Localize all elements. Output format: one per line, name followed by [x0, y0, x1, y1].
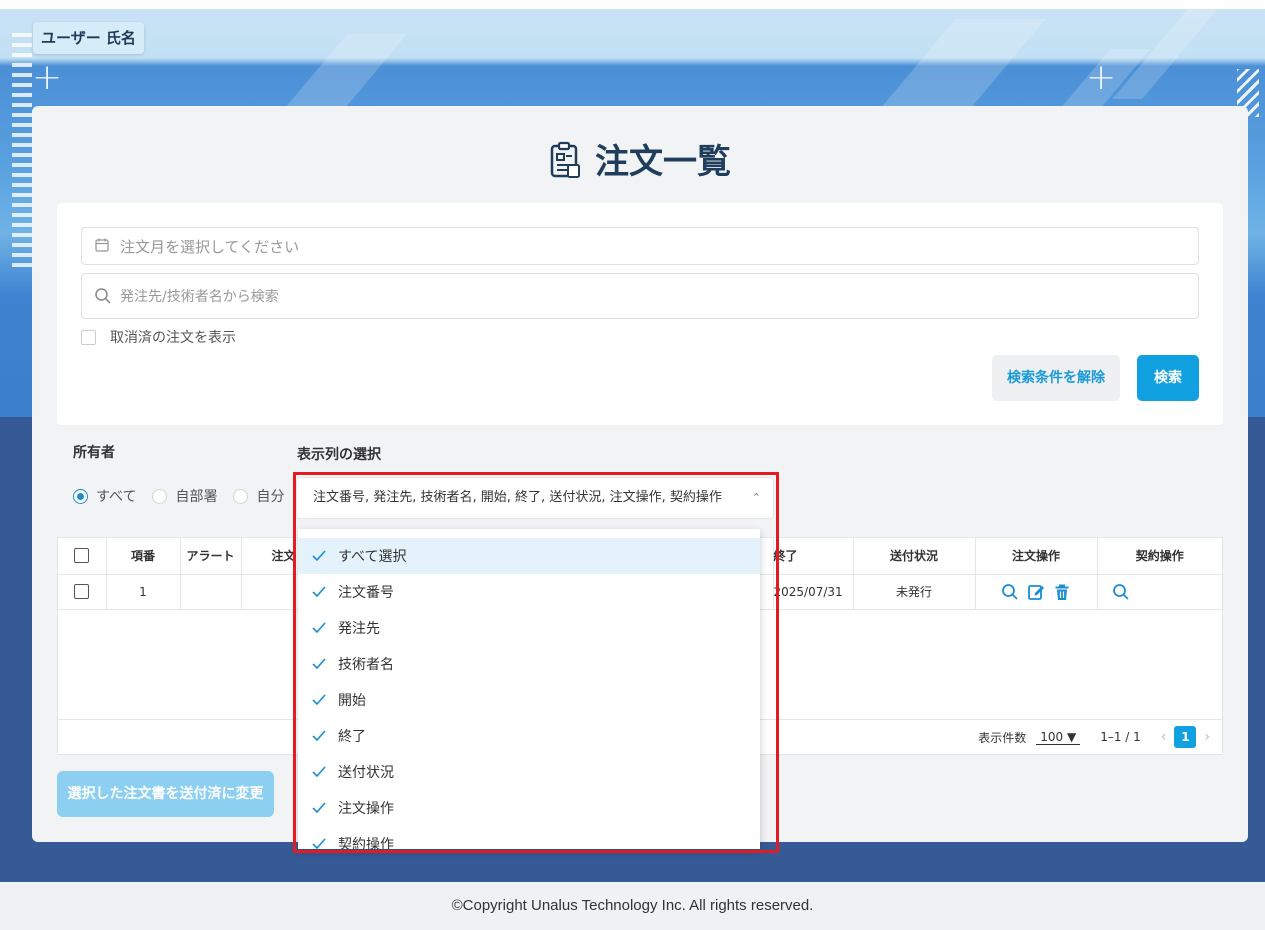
column-option-order-actions[interactable]: 注文操作 [298, 790, 760, 826]
owner-radio-group: すべて 自部署 自分 [73, 486, 300, 506]
column-option-label: 契約操作 [338, 837, 394, 849]
user-name-badge[interactable]: ユーザー 氏名 [33, 22, 144, 54]
owner-label: 所有者 [73, 445, 115, 461]
column-option-contract-actions[interactable]: 契約操作 [298, 826, 760, 849]
caret-down-icon: ▼ [1066, 729, 1077, 744]
top-strip [0, 0, 1265, 9]
column-option-label: 送付状況 [338, 765, 394, 781]
show-cancelled-checkbox[interactable] [81, 329, 96, 345]
column-select-label: 表示列の選択 [297, 447, 381, 463]
row-index: 1 [106, 574, 181, 610]
owner-option-label: 自分 [256, 489, 285, 505]
check-icon [312, 586, 326, 598]
owner-option-self[interactable]: 自分 [233, 486, 284, 506]
radio-unchecked[interactable] [152, 488, 168, 504]
row-status: 未発行 [853, 574, 976, 610]
column-option-select-all[interactable]: すべて選択 [298, 538, 760, 574]
plus-decoration: + [32, 57, 63, 98]
select-updown-icon: ⌃ [751, 491, 761, 504]
next-page-icon[interactable]: › [1204, 729, 1210, 745]
view-order-icon[interactable] [1001, 583, 1019, 601]
view-contract-icon[interactable] [1112, 583, 1130, 601]
col-header-alert[interactable]: アラート [180, 538, 242, 575]
column-select-value: 注文番号, 発注先, 技術者名, 開始, 終了, 送付状況, 注文操作, 契約操… [313, 490, 722, 505]
column-option-start[interactable]: 開始 [298, 682, 760, 718]
per-page-select[interactable]: 100 ▼ [1036, 729, 1081, 745]
column-option-label: 開始 [338, 693, 366, 709]
col-header-contract-actions[interactable]: 契約操作 [1097, 538, 1222, 575]
search-button[interactable]: 検索 [1137, 355, 1199, 401]
check-icon [312, 802, 326, 814]
keyword-placeholder: 発注先/技術者名から検索 [120, 289, 279, 305]
footer-copyright: ©Copyright Unalus Technology Inc. All ri… [0, 882, 1265, 930]
delete-order-icon[interactable] [1053, 583, 1071, 601]
radio-checked[interactable] [73, 488, 88, 504]
owner-option-all[interactable]: すべて [73, 486, 136, 506]
row-order-actions [975, 574, 1098, 610]
column-dropdown-menu: すべて選択 注文番号 発注先 技術者名 開始 終了 送付状況 注文操作 契約操作 [298, 529, 760, 849]
column-option-end[interactable]: 終了 [298, 718, 760, 754]
select-all-cell [58, 538, 107, 575]
clipboard-order-icon [549, 141, 581, 188]
current-page-button[interactable]: 1 [1174, 726, 1197, 748]
owner-option-label: すべて [96, 489, 137, 505]
keyword-search-input[interactable]: 発注先/技術者名から検索 [81, 273, 1199, 319]
column-option-order-number[interactable]: 注文番号 [298, 574, 760, 610]
order-month-placeholder: 注文月を選択してください [120, 237, 300, 256]
search-panel: 注文月を選択してください 発注先/技術者名から検索 取消済の注文を表示 検索条件… [57, 203, 1223, 425]
col-header-end[interactable]: 終了 [773, 538, 854, 575]
row-end-date: 2025/07/31 [773, 574, 854, 610]
check-icon [312, 694, 326, 706]
plus-decoration: + [1086, 57, 1117, 98]
page-range: 1–1 / 1 [1100, 730, 1141, 744]
per-page-label: 表示件数 [978, 730, 1027, 745]
show-cancelled-option[interactable]: 取消済の注文を表示 [81, 327, 236, 347]
column-option-engineer[interactable]: 技術者名 [298, 646, 760, 682]
col-header-status[interactable]: 送付状況 [853, 538, 976, 575]
check-icon [312, 730, 326, 742]
clear-conditions-button[interactable]: 検索条件を解除 [992, 355, 1120, 401]
check-icon [312, 550, 326, 562]
column-select[interactable]: 注文番号, 発注先, 技術者名, 開始, 終了, 送付状況, 注文操作, 契約操… [296, 477, 774, 519]
row-contract-actions [1097, 574, 1222, 610]
col-header-index[interactable]: 項番 [106, 538, 181, 575]
column-option-label: 終了 [338, 729, 366, 745]
owner-option-label: 自部署 [175, 489, 218, 505]
column-option-supplier[interactable]: 発注先 [298, 610, 760, 646]
page-title: 注文一覧 [32, 134, 1248, 188]
column-option-label: 発注先 [338, 621, 380, 637]
prev-page-icon[interactable]: ‹ [1161, 729, 1167, 745]
per-page-value: 100 [1040, 729, 1064, 744]
column-option-label: 注文操作 [338, 801, 394, 817]
row-alert [180, 574, 242, 610]
owner-option-department[interactable]: 自部署 [152, 486, 217, 506]
page-title-text: 注文一覧 [595, 142, 731, 182]
check-icon [312, 658, 326, 670]
order-month-picker[interactable]: 注文月を選択してください [81, 227, 1199, 265]
column-option-label: 注文番号 [338, 585, 394, 601]
search-icon [94, 287, 112, 305]
edit-order-icon[interactable] [1027, 583, 1045, 601]
check-icon [312, 622, 326, 634]
decorative-bars [12, 33, 32, 273]
col-header-order-actions[interactable]: 注文操作 [975, 538, 1098, 575]
column-option-label: すべて選択 [338, 549, 407, 565]
select-all-checkbox[interactable] [74, 548, 90, 564]
mark-sent-button[interactable]: 選択した注文書を送付済に変更 [57, 771, 274, 817]
column-option-send-status[interactable]: 送付状況 [298, 754, 760, 790]
row-checkbox[interactable] [74, 584, 90, 599]
show-cancelled-label: 取消済の注文を表示 [110, 330, 236, 346]
column-option-label: 技術者名 [338, 657, 394, 673]
radio-unchecked[interactable] [233, 488, 249, 504]
row-select-cell [58, 574, 107, 610]
calendar-icon [94, 237, 112, 255]
check-icon [312, 838, 326, 849]
check-icon [312, 766, 326, 778]
